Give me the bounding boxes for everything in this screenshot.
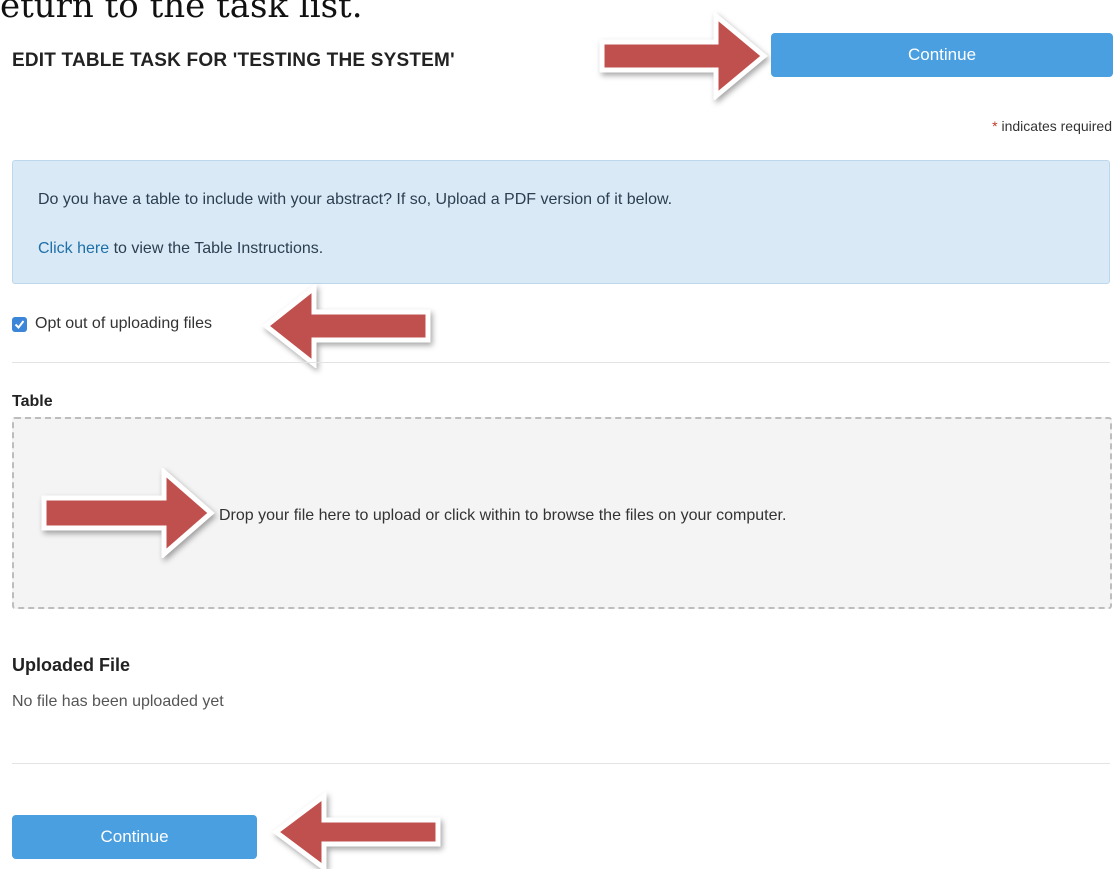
uploaded-file-heading: Uploaded File	[12, 655, 131, 675]
annotation-arrow-left-bottom	[272, 792, 441, 869]
annotation-arrow-left-optout	[262, 284, 431, 368]
info-instructions: Click here to view the Table Instruction…	[38, 240, 323, 258]
table-field-label: Table	[12, 393, 53, 410]
divider	[12, 362, 1110, 363]
annotation-arrow-right-dropzone	[41, 468, 215, 558]
dropzone-text: Drop your file here to upload or click w…	[219, 507, 787, 524]
page: eturn to the task list. EDIT TABLE TASK …	[0, 0, 1114, 869]
uploaded-file-status: No file has been uploaded yet	[12, 693, 224, 710]
divider	[12, 763, 1110, 764]
required-text: indicates required	[997, 118, 1112, 134]
info-text: Do you have a table to include with your…	[38, 191, 673, 208]
info-instructions-text: to view the Table Instructions.	[109, 240, 324, 257]
continue-button-bottom[interactable]: Continue	[12, 815, 257, 859]
checkmark-icon	[14, 319, 25, 329]
optout-row: Opt out of uploading files	[12, 315, 212, 333]
required-note: * indicates required	[992, 118, 1112, 134]
caption-text: eturn to the task list.	[0, 0, 363, 26]
page-title: EDIT TABLE TASK FOR 'TESTING THE SYSTEM'	[12, 50, 455, 71]
annotation-arrow-right-top	[599, 12, 768, 100]
optout-label[interactable]: Opt out of uploading files	[35, 315, 212, 333]
table-instructions-link[interactable]: Click here	[38, 240, 109, 257]
info-box: Do you have a table to include with your…	[12, 160, 1110, 284]
continue-button-top[interactable]: Continue	[771, 33, 1113, 77]
optout-checkbox[interactable]	[12, 316, 27, 332]
